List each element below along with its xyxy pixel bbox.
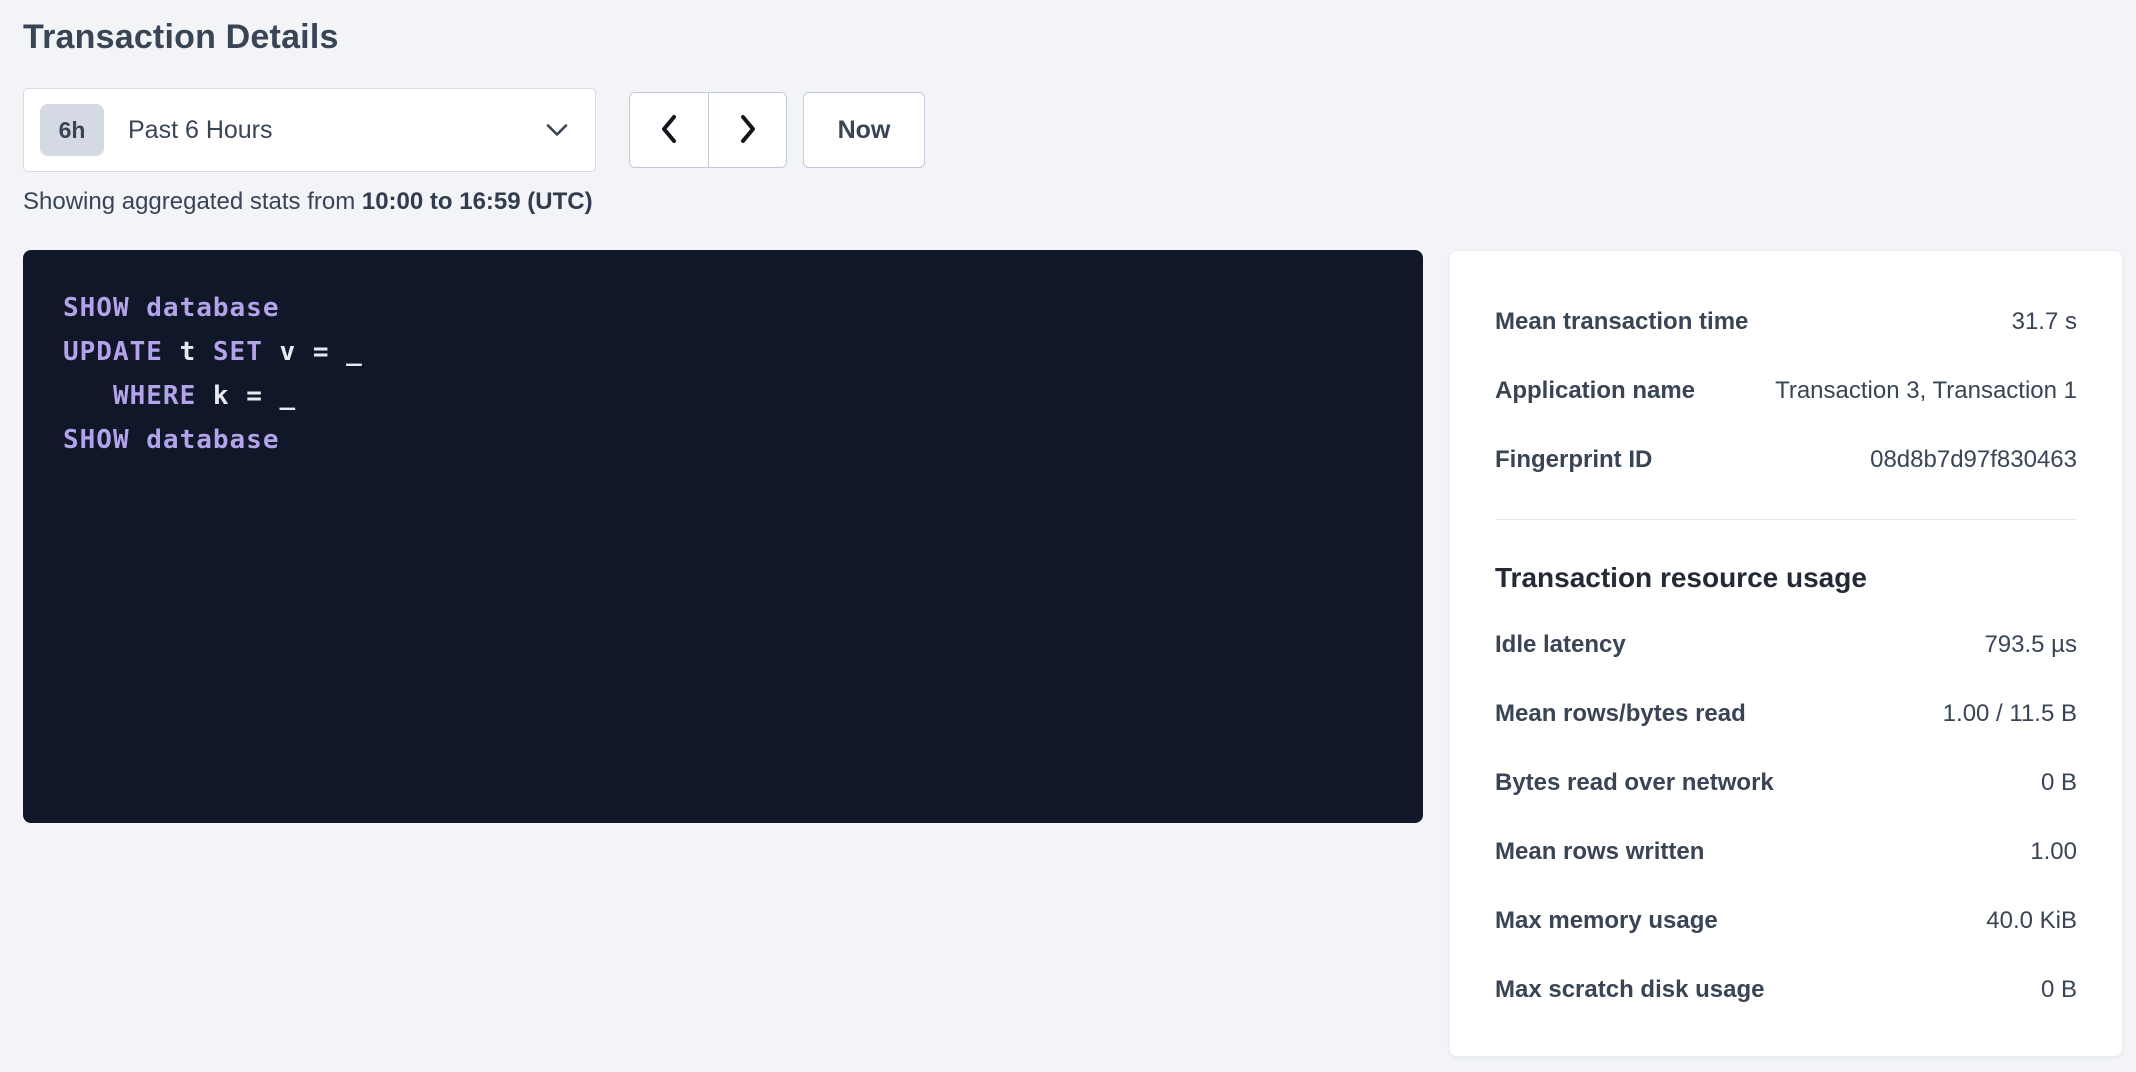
stat-value: 0 B xyxy=(2041,769,2077,797)
time-range-badge: 6h xyxy=(40,104,104,156)
stat-value: 31.7 s xyxy=(2012,308,2077,336)
resource-usage-section: Idle latency 793.5 µs Mean rows/bytes read… xyxy=(1495,610,2077,1024)
stat-label: Mean rows/bytes read xyxy=(1495,700,1746,728)
stat-row: Mean rows/bytes read 1.00 / 11.5 B xyxy=(1495,679,2077,748)
stat-row: Application name Transaction 3, Transacti… xyxy=(1495,356,2077,425)
sql-keyword-token: UPDATE xyxy=(63,337,163,367)
sql-statement-box: SHOW database UPDATE t SET v = _ WHERE k … xyxy=(23,250,1423,823)
stat-value: 08d8b7d97f830463 xyxy=(1870,446,2077,474)
stat-value: 1.00 / 11.5 B xyxy=(1943,700,2077,728)
chevron-left-icon xyxy=(658,113,680,148)
sql-plain-token: t xyxy=(163,337,213,367)
stat-row: Max scratch disk usage 0 B xyxy=(1495,955,2077,1024)
stat-label: Mean transaction time xyxy=(1495,308,1748,336)
stat-row: Max memory usage 40.0 KiB xyxy=(1495,886,2077,955)
now-button[interactable]: Now xyxy=(803,92,925,168)
time-range-dropdown[interactable]: 6h Past 6 Hours xyxy=(23,88,596,172)
time-range-label: Past 6 Hours xyxy=(128,116,273,145)
stat-row: Fingerprint ID 08d8b7d97f830463 xyxy=(1495,425,2077,494)
sql-line: SHOW database xyxy=(63,418,1383,462)
resource-usage-heading: Transaction resource usage xyxy=(1495,560,2077,596)
stat-value: 1.00 xyxy=(2030,838,2077,866)
next-time-button[interactable] xyxy=(708,93,786,167)
sql-line: WHERE k = _ xyxy=(63,374,1383,418)
aggregated-stats-subtitle: Showing aggregated stats from 10:00 to 1… xyxy=(23,188,593,216)
transaction-details-page: Transaction Details 6h Past 6 Hours xyxy=(0,0,2136,1072)
sql-plain-token: k = _ xyxy=(196,381,296,411)
stat-label: Idle latency xyxy=(1495,631,1626,659)
sql-keyword-token: SET xyxy=(213,337,263,367)
stat-label: Fingerprint ID xyxy=(1495,446,1652,474)
sql-keyword-token: SHOW database xyxy=(63,293,280,323)
sql-plain-token: v = _ xyxy=(263,337,363,367)
time-step-button-group xyxy=(629,92,787,168)
sql-line: SHOW database xyxy=(63,286,1383,330)
summary-stats-section: Mean transaction time 31.7 s Application n… xyxy=(1495,287,2077,494)
stat-label: Max scratch disk usage xyxy=(1495,976,1764,1004)
stat-row: Bytes read over network 0 B xyxy=(1495,748,2077,817)
stat-value: 0 B xyxy=(2041,976,2077,1004)
subtitle-time-range: 10:00 to 16:59 (UTC) xyxy=(362,188,593,215)
stat-row: Mean rows written 1.00 xyxy=(1495,817,2077,886)
sql-keyword-token: SHOW database xyxy=(63,425,280,455)
chevron-right-icon xyxy=(737,113,759,148)
subtitle-prefix: Showing aggregated stats from xyxy=(23,188,362,215)
previous-time-button[interactable] xyxy=(630,93,708,167)
stat-label: Mean rows written xyxy=(1495,838,1704,866)
stat-value: 40.0 KiB xyxy=(1986,907,2077,935)
stat-label: Bytes read over network xyxy=(1495,769,1774,797)
sql-keyword-token: WHERE xyxy=(63,381,196,411)
sql-statement-text: SHOW database UPDATE t SET v = _ WHERE k … xyxy=(63,286,1383,462)
page-title: Transaction Details xyxy=(23,18,339,57)
stat-row: Idle latency 793.5 µs xyxy=(1495,610,2077,679)
transaction-stats-card: Mean transaction time 31.7 s Application n… xyxy=(1449,250,2123,1057)
stat-label: Application name xyxy=(1495,377,1695,405)
stat-row: Mean transaction time 31.7 s xyxy=(1495,287,2077,356)
stat-value: 793.5 µs xyxy=(1984,631,2077,659)
stat-label: Max memory usage xyxy=(1495,907,1718,935)
card-divider xyxy=(1495,519,2077,520)
sql-line: UPDATE t SET v = _ xyxy=(63,330,1383,374)
stat-value: Transaction 3, Transaction 1 xyxy=(1775,377,2077,405)
chevron-down-icon xyxy=(545,123,569,137)
